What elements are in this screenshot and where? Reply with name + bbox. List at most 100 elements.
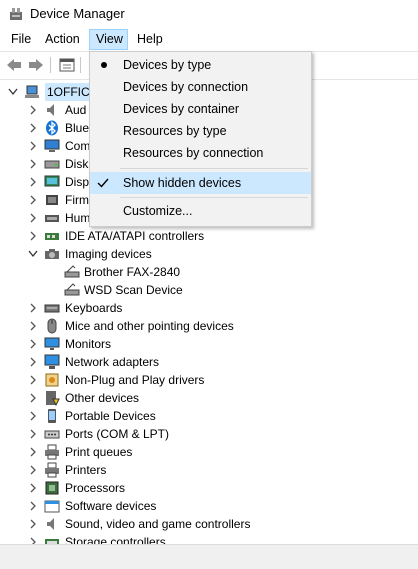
menu-item-show-hidden-devices[interactable]: Show hidden devices xyxy=(90,172,311,194)
properties-icon[interactable] xyxy=(58,56,76,74)
tree-category[interactable]: Keyboards xyxy=(0,299,418,317)
menu-item-devices-by-type[interactable]: Devices by type xyxy=(90,54,311,76)
tree-category[interactable]: Storage controllers xyxy=(0,533,418,544)
chevron-right-icon[interactable] xyxy=(28,119,38,137)
menu-item-devices-by-container[interactable]: Devices by container xyxy=(90,98,311,120)
menu-item-label: Devices by type xyxy=(123,58,212,72)
chevron-right-icon[interactable] xyxy=(28,407,38,425)
tree-category[interactable]: IDE ATA/ATAPI controllers xyxy=(0,227,418,245)
tree-category[interactable]: Printers xyxy=(0,461,418,479)
tree-category-label: Other devices xyxy=(65,391,140,405)
tree-category[interactable]: Print queues xyxy=(0,443,418,461)
chevron-right-icon[interactable] xyxy=(28,173,38,191)
hid-icon xyxy=(45,215,59,222)
firmware-icon xyxy=(46,195,58,205)
portable-device-icon xyxy=(48,409,56,423)
chevron-right-icon[interactable] xyxy=(28,389,38,407)
chevron-right-icon[interactable] xyxy=(28,461,38,479)
chevron-right-icon[interactable] xyxy=(28,479,38,497)
computer-icon xyxy=(25,85,39,98)
menu-view[interactable]: View xyxy=(89,29,128,50)
other-device-icon xyxy=(46,391,60,406)
chevron-down-icon[interactable] xyxy=(28,245,38,263)
chevron-right-icon[interactable] xyxy=(28,371,38,389)
chevron-right-icon[interactable] xyxy=(28,425,38,443)
software-device-icon xyxy=(44,500,60,513)
tree-category-label: Processors xyxy=(65,481,126,495)
tree-category-label: Sound, video and game controllers xyxy=(65,517,251,531)
speaker-icon xyxy=(47,518,54,530)
window-title: Device Manager xyxy=(30,6,125,21)
forward-arrow-icon[interactable] xyxy=(27,56,45,74)
scanner-icon xyxy=(64,265,80,278)
tree-device[interactable]: Brother FAX-2840 xyxy=(0,263,418,281)
speaker-icon xyxy=(47,104,54,116)
menu-item-resources-by-type[interactable]: Resources by type xyxy=(90,120,311,142)
chevron-right-icon[interactable] xyxy=(28,497,38,515)
tree-category[interactable]: Mice and other pointing devices xyxy=(0,317,418,335)
menu-item-customize[interactable]: Customize... xyxy=(90,200,311,222)
chevron-right-icon[interactable] xyxy=(28,137,38,155)
menu-item-resources-by-connection[interactable]: Resources by connection xyxy=(90,142,311,164)
chevron-right-icon[interactable] xyxy=(28,227,38,245)
tree-category[interactable]: Processors xyxy=(0,479,418,497)
chevron-right-icon[interactable] xyxy=(28,317,38,335)
checkmark-icon xyxy=(97,178,109,188)
menu-item-devices-by-connection[interactable]: Devices by connection xyxy=(90,76,311,98)
tree-category[interactable]: Ports (COM & LPT) xyxy=(0,425,418,443)
chevron-right-icon[interactable] xyxy=(28,443,38,461)
menu-action[interactable]: Action xyxy=(39,29,86,50)
menu-item-label: Devices by container xyxy=(123,102,240,116)
tree-category[interactable]: Monitors xyxy=(0,335,418,353)
chevron-right-icon[interactable] xyxy=(28,515,38,533)
camera-icon xyxy=(45,249,59,259)
tree-category-label: Disk xyxy=(65,157,89,171)
tree-category-label: Com xyxy=(65,139,91,153)
toolbar-separator xyxy=(50,57,51,73)
chevron-right-icon[interactable] xyxy=(28,155,38,173)
tree-category[interactable]: Network adapters xyxy=(0,353,418,371)
chevron-right-icon[interactable] xyxy=(28,209,38,227)
tree-category-label: Ports (COM & LPT) xyxy=(65,427,170,441)
chevron-down-icon[interactable] xyxy=(8,83,18,101)
chevron-right-icon[interactable] xyxy=(28,191,38,209)
menu-item-label: Resources by type xyxy=(123,124,227,138)
tree-category-label: Non-Plug and Play drivers xyxy=(65,373,205,387)
tree-device[interactable]: WSD Scan Device xyxy=(0,281,418,299)
title-bar: Device Manager xyxy=(0,0,418,28)
tree-category[interactable]: Software devices xyxy=(0,497,418,515)
tree-category-label: Aud xyxy=(65,103,87,117)
bluetooth-icon xyxy=(46,120,58,136)
tree-category[interactable]: Sound, video and game controllers xyxy=(0,515,418,533)
menu-file[interactable]: File xyxy=(5,29,37,50)
keyboard-icon xyxy=(44,304,60,313)
menu-separator xyxy=(120,168,308,169)
tree-category[interactable]: Non-Plug and Play drivers xyxy=(0,371,418,389)
chevron-right-icon[interactable] xyxy=(28,335,38,353)
chevron-right-icon[interactable] xyxy=(28,533,38,544)
back-arrow-icon[interactable] xyxy=(5,56,23,74)
tree-category-label: Portable Devices xyxy=(65,409,156,423)
tree-category[interactable]: Portable Devices xyxy=(0,407,418,425)
tree-category-label: Mice and other pointing devices xyxy=(65,319,234,333)
storage-controller-icon xyxy=(45,539,59,544)
tree-category[interactable]: Other devices xyxy=(0,389,418,407)
tree-category[interactable]: Imaging devices xyxy=(0,245,418,263)
tree-category-label: Software devices xyxy=(65,499,157,513)
menu-help[interactable]: Help xyxy=(131,29,169,50)
chevron-right-icon[interactable] xyxy=(28,353,38,371)
tree-device-label: WSD Scan Device xyxy=(84,283,183,297)
chevron-right-icon[interactable] xyxy=(28,101,38,119)
chevron-right-icon[interactable] xyxy=(28,299,38,317)
toolbar-separator xyxy=(80,57,81,73)
port-icon xyxy=(44,430,60,439)
computer-icon xyxy=(44,139,60,152)
tree-device-label: Brother FAX-2840 xyxy=(84,265,181,279)
tree-category-label: Imaging devices xyxy=(65,247,152,261)
bullet-icon xyxy=(101,62,107,68)
network-adapter-icon xyxy=(44,354,60,369)
tree-category-label: Printers xyxy=(65,463,107,477)
menu-item-label: Devices by connection xyxy=(123,80,249,94)
scanner-icon xyxy=(64,283,80,296)
processor-icon xyxy=(45,481,59,495)
